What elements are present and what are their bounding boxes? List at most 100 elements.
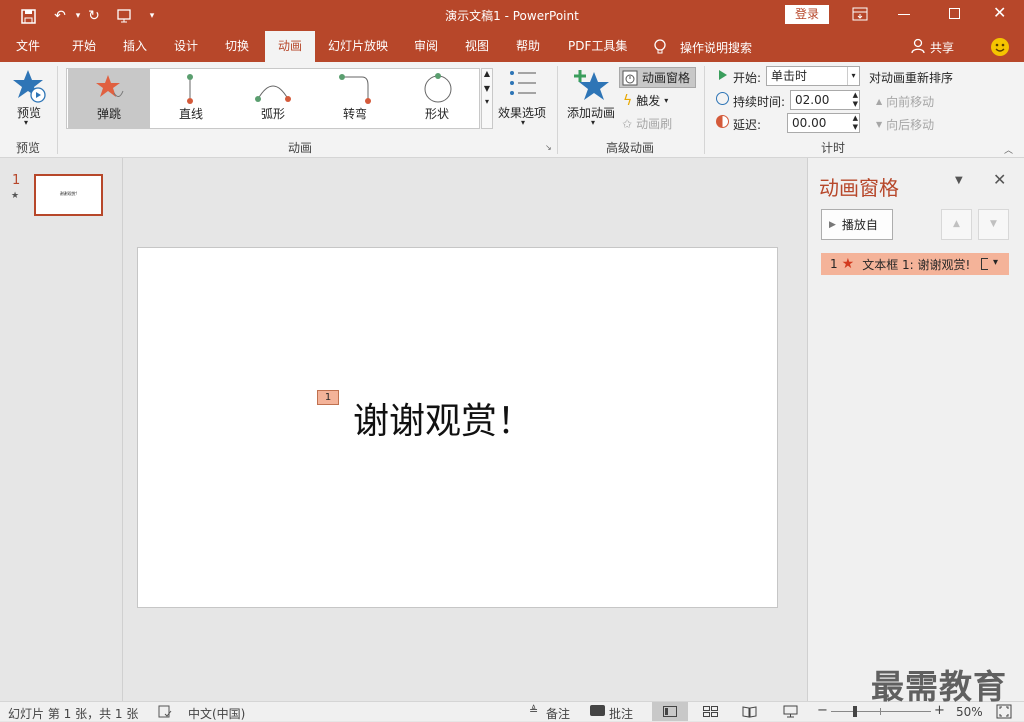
pane-close-icon[interactable]: ✕ — [993, 170, 1006, 189]
delay-spin-arrows-icon[interactable]: ▲ ▼ — [853, 114, 858, 132]
play-from-button[interactable]: ▶ 播放自 — [821, 209, 893, 240]
move-later-icon: ▼ — [876, 120, 883, 129]
tab-pdf-tools[interactable]: PDF工具集 — [560, 31, 635, 62]
animation-painter-label: 动画刷 — [636, 117, 673, 131]
group-label-preview: 预览 — [15, 141, 40, 155]
move-down-icon[interactable]: ▼ — [978, 209, 1009, 240]
trigger-dropdown-icon: ▾ — [664, 96, 669, 105]
language-indicator[interactable]: 中文(中国) — [188, 705, 245, 722]
collapse-ribbon-icon[interactable]: ︿ — [1004, 143, 1013, 156]
zoom-slider-thumb[interactable] — [853, 706, 857, 717]
delay-label: 延迟: — [733, 118, 762, 132]
tab-insert[interactable]: 插入 — [115, 31, 155, 62]
tab-slideshow[interactable]: 幻灯片放映 — [320, 31, 396, 62]
tab-transitions[interactable]: 切换 — [217, 31, 257, 62]
reading-view-icon[interactable] — [742, 705, 757, 721]
trigger-button[interactable]: ϟ 触发 ▾ — [623, 92, 668, 109]
redo-icon[interactable]: ↻ — [84, 6, 104, 26]
tab-help[interactable]: 帮助 — [508, 31, 548, 62]
gallery-item-bounce[interactable]: 弹跳 — [68, 69, 150, 128]
reorder-title: 对动画重新排序 — [869, 71, 954, 85]
start-select[interactable]: 单击时 ▾ — [766, 66, 860, 86]
gallery-label-shape: 形状 — [424, 107, 449, 121]
animation-pane-icon — [622, 70, 638, 85]
add-animation-icon[interactable] — [574, 68, 610, 105]
tab-home[interactable]: 开始 — [64, 31, 104, 62]
slide-thumbnail-pane: 1 ★ 谢谢观赏! — [0, 158, 123, 701]
slide-textbox[interactable]: 谢谢观赏！ — [353, 392, 533, 444]
close-icon[interactable]: ✕ — [993, 3, 1006, 22]
customize-qat-icon[interactable]: ▾ — [142, 6, 162, 26]
zoom-slider-center-tick — [880, 708, 881, 715]
save-icon[interactable] — [18, 6, 38, 26]
zoom-out-icon[interactable]: − — [817, 703, 828, 718]
normal-view-button[interactable] — [652, 702, 688, 721]
emphasis-star-icon: ★ — [841, 256, 855, 272]
preview-dropdown-icon[interactable]: ▾ — [24, 118, 28, 127]
animation-order-badge[interactable]: 1 — [317, 390, 339, 405]
login-button[interactable]: 登录 — [785, 5, 829, 24]
slideshow-view-icon[interactable] — [783, 705, 798, 721]
start-select-value: 单击时 — [771, 69, 808, 83]
feedback-smiley-icon[interactable] — [991, 38, 1009, 56]
gallery-more-icon[interactable]: ▾ — [482, 97, 492, 106]
slide-thumbnail[interactable]: 谢谢观赏! — [34, 174, 103, 216]
play-from-label: 播放自 — [841, 218, 878, 232]
move-later-button[interactable]: ▼ 向后移动 — [876, 116, 934, 133]
pane-options-dropdown-icon[interactable]: ▼ — [955, 175, 963, 186]
maximize-icon[interactable] — [949, 8, 960, 19]
zoom-slider[interactable] — [831, 711, 931, 712]
tab-design[interactable]: 设计 — [166, 31, 206, 62]
item-dropdown-icon[interactable]: ▾ — [993, 257, 998, 268]
slide-info[interactable]: 幻灯片 第 1 张，共 1 张 — [8, 705, 138, 722]
start-play-icon — [719, 70, 727, 80]
animation-painter-icon: ✩ — [622, 116, 633, 131]
animation-painter-button[interactable]: ✩ 动画刷 — [622, 115, 672, 132]
animation-pane-button[interactable]: 动画窗格 — [619, 67, 696, 88]
notes-button[interactable]: 备注 — [546, 705, 570, 722]
animation-pane-title: 动画窗格 — [819, 176, 899, 200]
delay-spinner[interactable]: 00.00 ▲ ▼ — [787, 113, 860, 133]
gallery-scroll-down-icon[interactable]: ▼ — [482, 84, 492, 93]
effect-options-dropdown-icon[interactable]: ▾ — [521, 118, 525, 127]
gallery-item-arc[interactable]: 弧形 — [232, 69, 314, 128]
ribbon-display-icon[interactable] — [852, 7, 870, 23]
slide-sorter-icon[interactable] — [703, 706, 718, 720]
move-earlier-button[interactable]: ▲ 向前移动 — [876, 93, 934, 110]
comments-button[interactable]: 批注 — [609, 705, 633, 722]
gallery-scroll-up-icon[interactable]: ▲ — [482, 69, 492, 78]
title-bar: ↶ ▾ ↻ ▾ 演示文稿1 - PowerPoint 登录 ✕ — [0, 0, 1024, 31]
tell-me-search[interactable]: 操作说明搜索 — [680, 39, 752, 56]
slide-canvas[interactable]: 1 谢谢观赏！ — [137, 247, 778, 608]
tab-view[interactable]: 视图 — [457, 31, 497, 62]
duration-spinner[interactable]: 02.00 ▲ ▼ — [790, 90, 860, 110]
share-button[interactable]: 共享 — [930, 39, 954, 56]
gallery-item-shape[interactable]: 形状 — [396, 69, 478, 128]
undo-icon[interactable]: ↶ — [50, 6, 70, 26]
trigger-label: 触发 — [636, 94, 661, 108]
spell-check-icon[interactable] — [158, 705, 172, 721]
tab-animations[interactable]: 动画 — [265, 31, 315, 62]
animation-gallery: 弹跳 直线 弧形 转弯 形状 — [66, 68, 480, 129]
tab-file[interactable]: 文件 — [8, 31, 48, 62]
animation-list-item[interactable]: 1 ★ 文本框 1: 谢谢观赏! ▾ — [821, 253, 1009, 275]
lightbulb-icon — [654, 39, 666, 59]
preview-star-icon[interactable] — [12, 68, 48, 106]
move-up-icon[interactable]: ▲ — [941, 209, 972, 240]
move-later-label: 向后移动 — [886, 118, 935, 132]
gallery-item-turn[interactable]: 转弯 — [314, 69, 396, 128]
preview-button[interactable]: 预览 — [14, 104, 44, 121]
gallery-scroll[interactable]: ▲ ▼ ▾ — [481, 68, 493, 129]
effect-options-icon[interactable] — [508, 68, 538, 101]
present-icon[interactable] — [114, 6, 134, 26]
gallery-item-line[interactable]: 直线 — [150, 69, 232, 128]
group-label-timing: 计时 — [820, 141, 845, 155]
add-animation-dropdown-icon[interactable]: ▾ — [591, 118, 595, 127]
lightning-icon: ϟ — [623, 92, 633, 109]
start-select-dropdown-icon[interactable]: ▾ — [847, 67, 859, 85]
minimize-icon[interactable] — [898, 14, 910, 15]
duration-spin-arrows-icon[interactable]: ▲ ▼ — [853, 91, 858, 109]
share-icon[interactable] — [911, 38, 927, 57]
tab-review[interactable]: 审阅 — [406, 31, 446, 62]
animation-dialog-launcher-icon[interactable]: ↘ — [545, 143, 552, 152]
